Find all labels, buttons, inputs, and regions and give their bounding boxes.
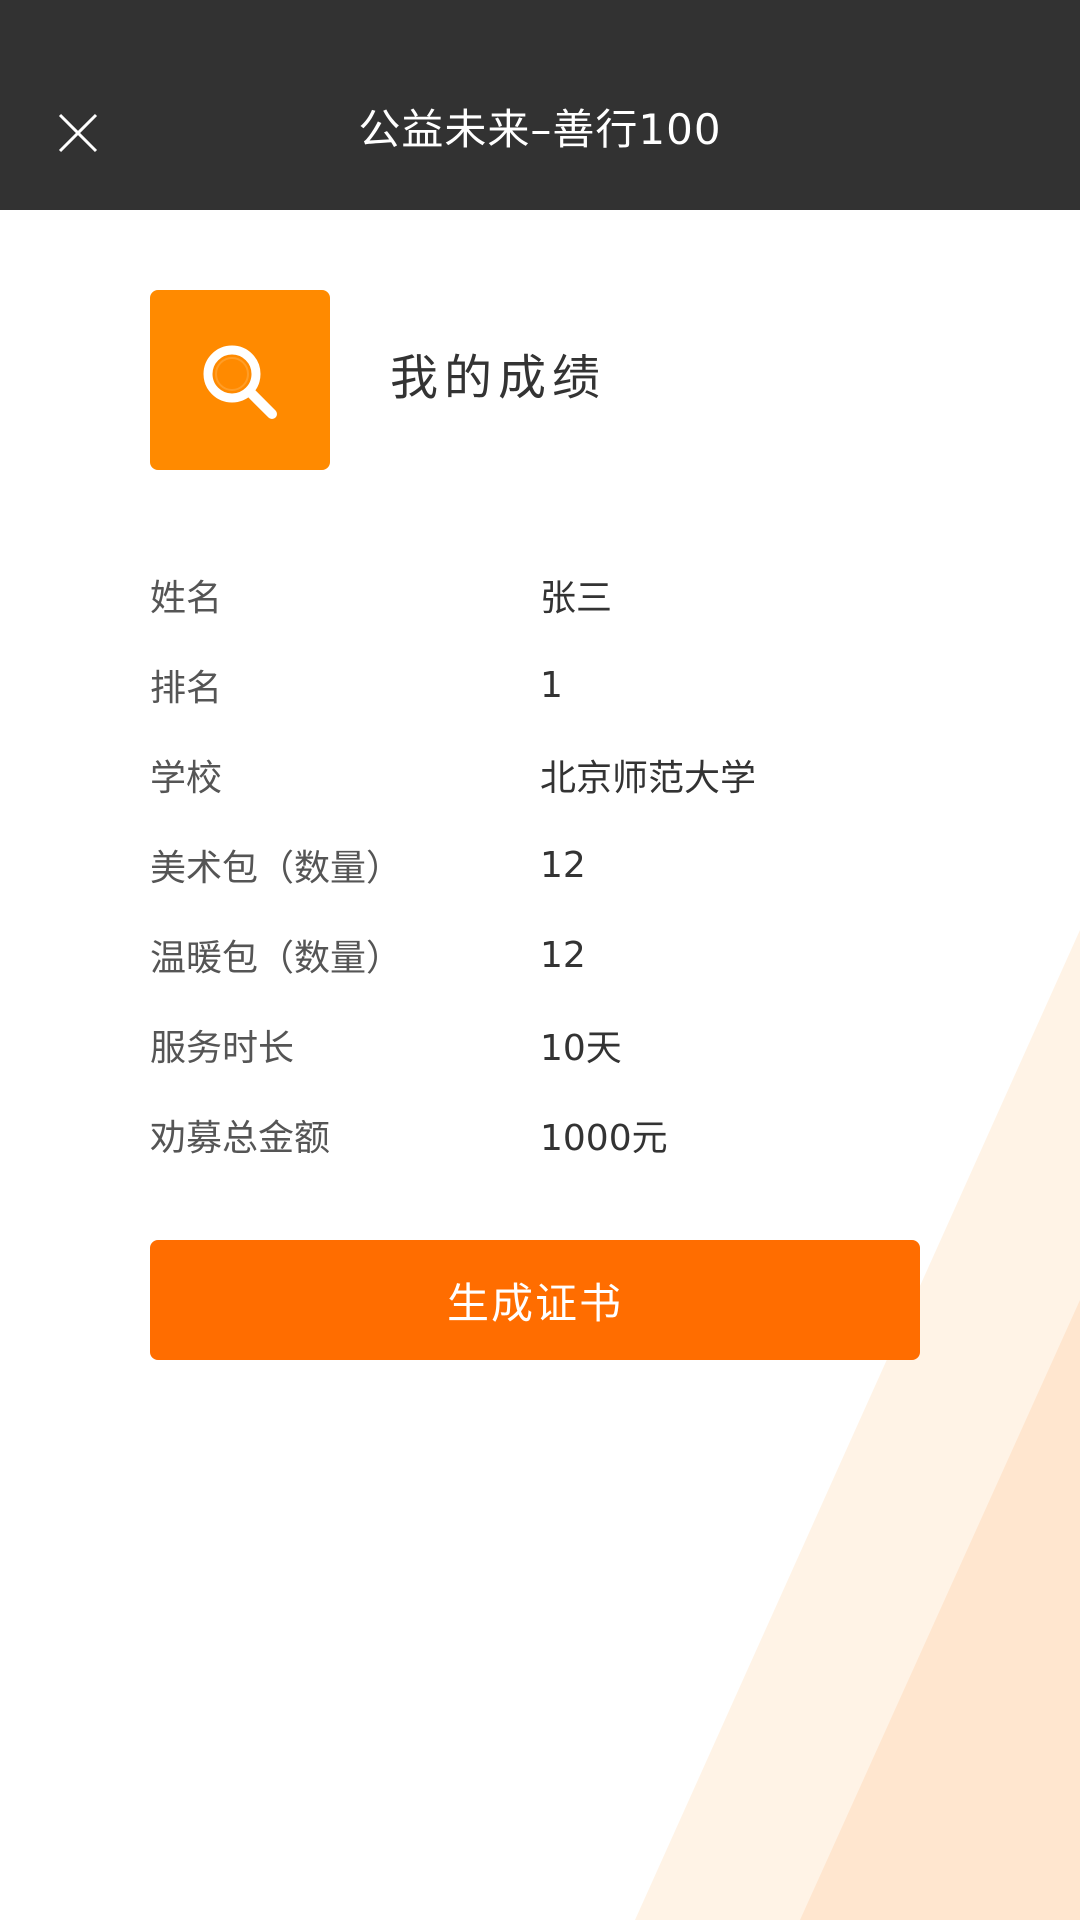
info-value: 1000元 xyxy=(540,1118,668,1159)
info-row-school: 学校 北京师范大学 xyxy=(150,730,930,820)
page-title: 公益未来–善行100 xyxy=(358,105,722,154)
info-row-rank: 排名 1 xyxy=(150,640,930,730)
section-icon-tile xyxy=(150,290,330,470)
search-icon xyxy=(203,345,277,419)
info-value: 北京师范大学 xyxy=(540,758,757,799)
info-value: 12 xyxy=(540,844,586,886)
info-row-total-amount: 劝募总金额 1000元 xyxy=(150,1090,930,1180)
info-row-service-time: 服务时长 10天 xyxy=(150,1000,930,1090)
info-row-warm-pack: 温暖包（数量） 12 xyxy=(150,910,930,1000)
info-label: 服务时长 xyxy=(150,1028,295,1069)
info-row-art-pack: 美术包（数量） 12 xyxy=(150,820,930,910)
generate-certificate-button[interactable]: 生成证书 xyxy=(150,1240,920,1360)
main-content: 我的成绩 姓名 张三 排名 1 学校 北京师范大学 美术包（数量） 12 温暖包… xyxy=(0,210,1080,1920)
info-value: 张三 xyxy=(540,578,613,619)
top-bar: 公益未来–善行100 xyxy=(0,0,1080,210)
info-label: 劝募总金额 xyxy=(150,1118,331,1159)
info-label: 排名 xyxy=(150,668,223,709)
score-list: 姓名 张三 排名 1 学校 北京师范大学 美术包（数量） 12 温暖包（数量） … xyxy=(150,550,930,1180)
info-label: 美术包（数量） xyxy=(150,848,403,889)
info-value: 10天 xyxy=(540,1028,622,1069)
section-title: 我的成绩 xyxy=(390,350,607,406)
info-label: 学校 xyxy=(150,758,223,799)
info-value: 12 xyxy=(540,934,586,976)
info-row-name: 姓名 张三 xyxy=(150,550,930,640)
info-label: 姓名 xyxy=(150,578,223,619)
info-label: 温暖包（数量） xyxy=(150,938,403,979)
info-value: 1 xyxy=(540,664,563,706)
